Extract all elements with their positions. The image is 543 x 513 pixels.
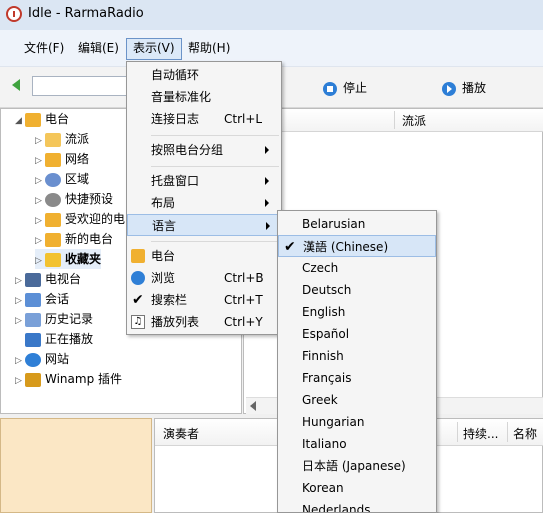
- lang-belarusian[interactable]: Belarusian: [278, 213, 436, 235]
- menu-language[interactable]: 语言: [127, 214, 281, 236]
- play-button[interactable]: 播放: [442, 79, 486, 97]
- stop-icon: [323, 81, 337, 96]
- menu-normalize-volume[interactable]: 音量标准化: [127, 86, 281, 108]
- menu-view[interactable]: 表示(V): [126, 38, 182, 60]
- users-icon: [25, 292, 41, 307]
- tree-item-radio[interactable]: ◢ 电台: [15, 109, 69, 129]
- address-input[interactable]: [32, 76, 127, 96]
- tree-item-presets[interactable]: ▷ 快捷预设: [35, 189, 113, 209]
- app-icon: [6, 6, 22, 22]
- play-label: 播放: [462, 81, 487, 95]
- tree-item-favorites[interactable]: ▷ 收藏夹: [35, 249, 102, 269]
- menu-browse[interactable]: 浏览 Ctrl+B: [127, 267, 281, 289]
- tree-item-genre[interactable]: ▷ 流派: [35, 129, 89, 149]
- menu-tray-window[interactable]: 托盘窗口: [127, 170, 281, 192]
- tree-item-winamp[interactable]: ▷ Winamp 插件: [15, 369, 122, 389]
- radio-icon: [131, 249, 145, 263]
- tree-item-region[interactable]: ▷ 区域: [35, 169, 89, 189]
- history-icon: [25, 312, 41, 327]
- music-note-icon: ♫: [131, 315, 145, 329]
- column-name[interactable]: 名称: [513, 425, 537, 442]
- menu-edit[interactable]: 编辑(E): [72, 38, 125, 58]
- submenu-arrow-icon: [266, 222, 270, 230]
- tree-item-popular[interactable]: ▷ 受欢迎的电: [35, 209, 125, 229]
- menu-connection-log[interactable]: 连接日志 Ctrl+L: [127, 108, 281, 130]
- column-performer[interactable]: 演奏者: [163, 425, 199, 442]
- view-menu: 自动循环 音量标准化 连接日志 Ctrl+L 按照电台分组 托盘窗口 布局 语言 …: [126, 61, 282, 335]
- menu-help[interactable]: 帮助(H): [182, 38, 236, 58]
- winamp-icon: [25, 372, 41, 387]
- lang-hungarian[interactable]: Hungarian: [278, 411, 436, 433]
- checkmark-icon: ✔: [132, 292, 144, 308]
- menu-layout[interactable]: 布局: [127, 192, 281, 214]
- star-icon: [45, 252, 61, 267]
- submenu-arrow-icon: [265, 146, 269, 154]
- tv-icon: [25, 272, 41, 287]
- play-icon: [442, 81, 456, 96]
- lang-chinese[interactable]: ✔ 漢語 (Chinese): [278, 235, 436, 257]
- radio-icon: [45, 232, 61, 247]
- tree-item-now-playing[interactable]: 正在播放: [15, 329, 93, 349]
- menu-playlist[interactable]: ♫ 播放列表 Ctrl+Y: [127, 311, 281, 333]
- stop-label: 停止: [343, 81, 368, 95]
- tree-item-websites[interactable]: ▷ 网站: [15, 349, 69, 369]
- tree-item-sessions[interactable]: ▷ 会话: [15, 289, 69, 309]
- ie-icon: [25, 352, 41, 367]
- lang-czech[interactable]: Czech: [278, 257, 436, 279]
- tree-item-network[interactable]: ▷ 网络: [35, 149, 89, 169]
- submenu-arrow-icon: [265, 199, 269, 207]
- album-art-panel: [0, 418, 152, 513]
- globe-icon: [45, 172, 61, 187]
- lang-greek[interactable]: Greek: [278, 389, 436, 411]
- menu-search-bar[interactable]: ✔ 搜索栏 Ctrl+T: [127, 289, 281, 311]
- language-submenu: Belarusian ✔ 漢語 (Chinese) Czech Deutsch E…: [277, 210, 437, 513]
- radio-icon: [25, 112, 41, 127]
- ie-icon: [131, 271, 145, 285]
- scroll-left-icon[interactable]: [250, 401, 256, 411]
- lang-english[interactable]: English: [278, 301, 436, 323]
- lang-italiano[interactable]: Italiano: [278, 433, 436, 455]
- menu-group-by-station[interactable]: 按照电台分组: [127, 139, 281, 161]
- menu-radio[interactable]: 电台: [127, 245, 281, 267]
- stop-button[interactable]: 停止: [323, 79, 367, 97]
- lang-japanese[interactable]: 日本語 (Japanese): [278, 455, 436, 477]
- lang-finnish[interactable]: Finnish: [278, 345, 436, 367]
- menu-file[interactable]: 文件(F): [18, 38, 70, 58]
- lang-espanol[interactable]: Español: [278, 323, 436, 345]
- radio-icon: [45, 212, 61, 227]
- radio-icon: [45, 152, 61, 167]
- column-genre[interactable]: 流派: [402, 112, 426, 129]
- preset-icon: [45, 192, 61, 207]
- column-duration[interactable]: 持续...: [463, 425, 498, 442]
- lang-deutsch[interactable]: Deutsch: [278, 279, 436, 301]
- menu-auto-loop[interactable]: 自动循环: [127, 64, 281, 86]
- back-arrow-icon[interactable]: [12, 79, 20, 91]
- title-bar: Idle - RarmaRadio: [0, 0, 543, 31]
- submenu-arrow-icon: [265, 177, 269, 185]
- checkmark-icon: ✔: [284, 239, 296, 255]
- list-icon: [25, 332, 41, 347]
- lang-francais[interactable]: Français: [278, 367, 436, 389]
- window-title: Idle - RarmaRadio: [28, 6, 144, 21]
- tree-item-new[interactable]: ▷ 新的电台: [35, 229, 113, 249]
- tree-item-tv[interactable]: ▷ 电视台: [15, 269, 81, 289]
- lang-korean[interactable]: Korean: [278, 477, 436, 499]
- folder-icon: [45, 132, 61, 147]
- list-header: 流派: [244, 109, 543, 132]
- lang-nederlands[interactable]: Nederlands: [278, 499, 436, 512]
- tree-item-history[interactable]: ▷ 历史记录: [15, 309, 93, 329]
